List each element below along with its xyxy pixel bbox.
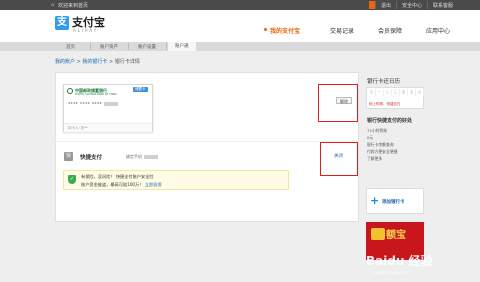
calendar-day: 三 [392,89,400,96]
baidu-watermark: Baidu 经验 [366,254,433,268]
top-bar: ⌂ 欢迎来到首页 退出 安全中心 联系客服 [0,0,480,10]
security-center-link[interactable]: 安全中心 [395,1,427,9]
masked-digits [104,102,119,106]
card-type-badge: 储蓄卡 [133,87,148,92]
customer-service-link[interactable]: 联系客服 [426,1,458,9]
plus-icon: + [370,194,380,207]
notice-line-1: 有保险，没风险！ 快捷支付账户安全险 [81,174,154,179]
calendar-day: 五 [408,89,416,96]
card-number-text: **** **** **** [68,102,103,108]
add-bank-card-label: 添加银行卡 [382,200,405,205]
home-link[interactable]: 欢迎来到首页 [58,2,88,9]
benefit-item: 0元 [367,135,374,140]
nav-member-protection[interactable]: 会员保障 [378,26,402,35]
calendar-day: 六 [416,89,424,96]
nav-my-alipay[interactable]: 我的支付宝 [270,26,300,35]
quick-pay-subtitle: 绑定手机 [126,154,158,160]
quick-pay-title: 快捷支付 [80,155,103,161]
sub-nav: 首页 账户资产 账户设置 账户通 [0,42,480,51]
card-number: **** **** **** [68,102,119,108]
nav-active-dot [264,28,267,31]
benefits-list: 72小时到账 0元 银行卡余额查询 付款方便安全便捷 了解更多 [367,127,397,162]
notice-line-2: 账户资金被盗，最高可赔100万！ 立即投保 [81,182,162,188]
insure-now-link[interactable]: 立即投保 [145,182,162,187]
breadcrumb-separator: > [76,59,81,65]
home-icon: ⌂ [51,2,55,8]
quick-pay-icon: 快 [64,152,73,161]
notice-line-2-text: 账户资金被盗，最高可赔100万！ [81,182,144,187]
breadcrumb: 我的账户 > 我的银行卡 > 银行卡详情 [55,58,140,65]
breadcrumb-separator: > [109,59,114,65]
alipay-logo-icon[interactable]: 支 [55,16,69,30]
nav-transactions[interactable]: 交易记录 [330,26,354,35]
calendar-day: 四 [400,89,408,96]
calendar-title[interactable]: 银行卡还日历 [367,77,400,85]
benefit-item: 72小时到账 [367,128,388,133]
calendar-day: 二 [384,89,392,96]
calendar-day: 一 [376,89,384,96]
calendar-weekdays: 日 一 二 三 四 五 六 [368,89,424,96]
repayment-calendar[interactable]: 日 一 二 三 四 五 六 网上购物、快捷支付 [366,87,424,109]
gold-bar-icon [371,228,385,240]
postal-bank-logo-icon [67,88,73,94]
masked-phone [144,155,158,159]
benefits-title: 银行快捷支付的好处 [367,118,413,124]
benefit-item: 付款方便安全便捷 [367,149,398,154]
subnav-home[interactable]: 首页 [66,44,75,50]
subnav-divider [128,43,129,50]
nav-app-center[interactable]: 应用中心 [426,26,450,35]
subnav-settings[interactable]: 账户设置 [138,44,156,50]
quick-pay-subtitle-text: 绑定手机 [126,154,142,159]
subnav-account-link[interactable]: 账户通 [168,42,196,51]
top-right-links: 退出 安全中心 联系客服 [368,1,458,9]
bank-name-en: POSTAL SAVINGS BANK OF CHINA [75,93,117,96]
subnav-divider [90,43,91,50]
calendar-message: 网上购物、快捷支付 [369,102,401,106]
highlight-box-close [320,142,358,176]
section-divider [55,141,359,142]
insurance-notice: ✓ 有保险，没风险！ 快捷支付账户安全险 账户资金被盗，最高可赔100万！ 立即… [63,170,289,190]
subnav-divider [166,43,167,50]
breadcrumb-bank-cards[interactable]: 我的银行卡 [82,59,107,65]
logout-link[interactable]: 退出 [374,1,396,9]
baidu-watermark-url: jingyan.baidu.com [372,270,409,275]
logo-subtitle: ALIPAY [73,28,99,33]
breadcrumb-current: 银行卡详情 [114,59,140,65]
breadcrumb-my-account[interactable]: 我的账户 [55,59,75,65]
bank-card: 中国邮政储蓄银行 POSTAL SAVINGS BANK OF CHINA 储蓄… [63,84,153,132]
calendar-day: 日 [368,89,376,96]
card-holder: 持卡人: 张** [68,126,88,130]
card-footer: 持卡人: 张** [64,123,152,132]
learn-more-link[interactable]: 了解更多 [367,155,397,162]
subnav-assets[interactable]: 账户资产 [100,44,118,50]
shield-icon: ✓ [68,175,76,184]
promo-text: 额宝 [386,230,406,241]
add-bank-card-button[interactable]: + 添加银行卡 [366,188,424,214]
benefit-item: 银行卡余额查询 [367,142,394,147]
highlight-box-unbind [318,84,358,122]
